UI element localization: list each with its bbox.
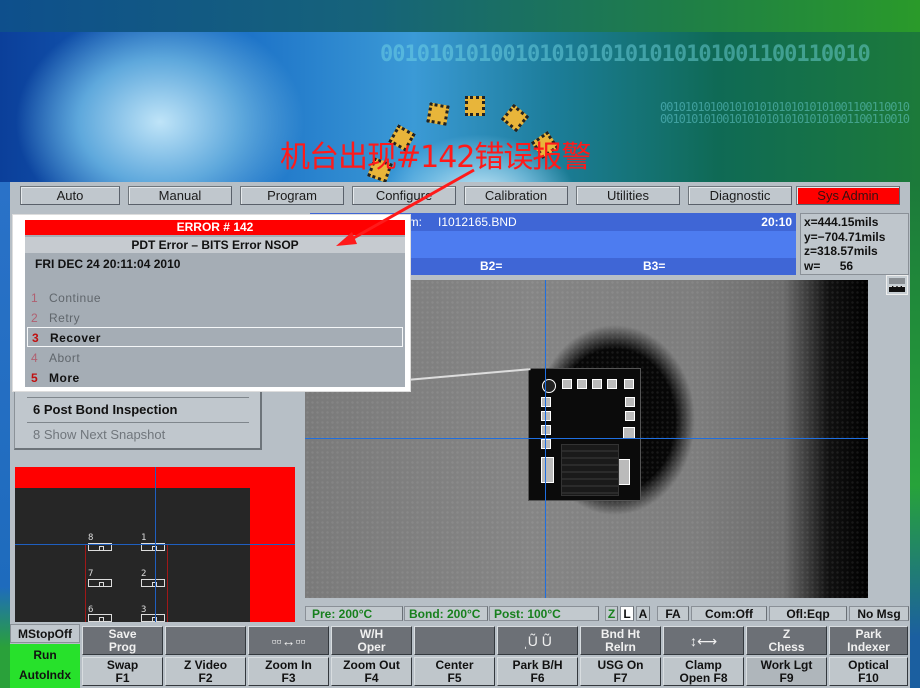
chip-icon: [465, 96, 485, 116]
wire-map-view[interactable]: 8 1 7 2 6 3: [15, 467, 295, 622]
axis-toggle-icon: ↕⟷: [689, 633, 718, 649]
save-program-button[interactable]: Save Prog: [82, 626, 163, 655]
zoom-in-f3-button[interactable]: Zoom In F3: [248, 657, 329, 686]
option-recover[interactable]: 3 Recover: [27, 327, 403, 347]
option-retry[interactable]: 2 Retry: [27, 308, 403, 328]
menu-configure[interactable]: Configure: [352, 186, 456, 205]
w-label: w=: [804, 258, 821, 273]
park-bh-f6-button[interactable]: Park B/H F6: [497, 657, 578, 686]
y-coordinate: y=−704.71mils: [804, 229, 886, 244]
capillary-icon: ˌŨ Ũ: [523, 633, 552, 649]
a-indicator[interactable]: A: [636, 606, 650, 621]
position-readout: x=444.15mils y=−704.71mils z=318.57mils …: [800, 213, 909, 275]
error-dialog: ERROR # 142 PDT Error – BITS Error NSOP …: [12, 214, 411, 392]
chip-icon: [426, 102, 450, 126]
menu-calibration[interactable]: Calibration: [464, 186, 568, 205]
preheat-temp: Pre: 200°C: [305, 606, 403, 621]
left-menu-panel: 6 Post Bond Inspection 8 Show Next Snaps…: [14, 390, 262, 450]
pad-label: 8: [88, 533, 94, 543]
option-abort[interactable]: 4 Abort: [27, 348, 403, 368]
run-state: Run: [33, 648, 57, 662]
z-video-f2-button[interactable]: Z Video F2: [165, 657, 246, 686]
error-title: ERROR # 142: [25, 220, 405, 235]
option-continue[interactable]: 1 Continue: [27, 288, 403, 308]
z-indicator[interactable]: Z: [605, 606, 618, 621]
park-indexer-button[interactable]: Park Indexer: [829, 626, 908, 655]
main-menu-bar: Auto Manual Program Configure Calibratio…: [10, 186, 910, 206]
crosshair-horizontal: [305, 438, 868, 439]
capillary-button[interactable]: ˌŨ Ũ: [497, 626, 578, 655]
w-value: 56: [839, 258, 854, 273]
b2-label: B2=: [480, 259, 503, 273]
menu-program[interactable]: Program: [240, 186, 344, 205]
run-status-panel[interactable]: Run AutoIndx: [10, 644, 80, 688]
clock-time: 20:10: [761, 215, 792, 229]
offload-status[interactable]: Ofl:Eqp: [769, 606, 847, 621]
menu-post-bond-inspection[interactable]: 6 Post Bond Inspection: [33, 399, 177, 421]
background-top-band: [0, 0, 920, 32]
bond-temp: Bond: 200°C: [404, 606, 488, 621]
status-strip: Pre: 200°C Bond: 200°C Post: 100°C Z L A…: [305, 606, 910, 622]
menu-utilities[interactable]: Utilities: [576, 186, 680, 205]
motor-stop-status[interactable]: MStopOff: [10, 624, 80, 643]
program-file-name: I1012165.BND: [438, 215, 517, 229]
message-status[interactable]: No Msg: [849, 606, 909, 621]
fa-indicator[interactable]: FA: [657, 606, 689, 621]
pad-marker[interactable]: [88, 579, 112, 587]
blank-key-button[interactable]: [165, 626, 246, 655]
swap-pads-icon: ▫▫↔▫▫: [271, 633, 306, 649]
optical-f10-button[interactable]: Optical F10: [829, 657, 908, 686]
error-timestamp: FRI DEC 24 20:11:04 2010: [35, 257, 181, 271]
z-chess-button[interactable]: Z Chess: [746, 626, 827, 655]
wh-oper-button[interactable]: W/H Oper: [331, 626, 412, 655]
center-f5-button[interactable]: Center F5: [414, 657, 495, 686]
bond-height-relearn-button[interactable]: Bnd Ht Relrn: [580, 626, 661, 655]
background-binary-text: 0010101010010101010101010101001100110010: [380, 42, 871, 67]
monitor-toggle-icon[interactable]: [886, 275, 908, 295]
com-status[interactable]: Com:Off: [691, 606, 767, 621]
error-description: PDT Error – BITS Error NSOP: [25, 237, 405, 253]
menu-sys-admin[interactable]: Sys Admin: [796, 186, 900, 205]
option-more[interactable]: 5 More: [27, 368, 403, 388]
pad-label: 7: [88, 569, 94, 579]
post-temp: Post: 100°C: [489, 606, 599, 621]
autoindex-state: AutoIndx: [19, 668, 71, 682]
x-coordinate: x=444.15mils: [804, 215, 879, 229]
work-light-f9-button[interactable]: Work Lgt F9: [746, 657, 827, 686]
clamp-open-f8-button[interactable]: Clamp Open F8: [663, 657, 744, 686]
b3-label: B3=: [643, 259, 666, 273]
background-binary-text: 0010101010010101010101010101001100110010: [660, 112, 910, 126]
menu-show-next-snapshot[interactable]: 8 Show Next Snapshot: [33, 424, 165, 446]
crosshair-vertical: [545, 280, 546, 598]
pad-label: 1: [141, 533, 147, 543]
zoom-out-f4-button[interactable]: Zoom Out F4: [331, 657, 412, 686]
z-coordinate: z=318.57mils: [804, 244, 878, 258]
w-value-row: w= 56: [804, 259, 908, 274]
pad-marker[interactable]: [141, 579, 165, 587]
annotation-text: 机台出现#142错误报警: [280, 140, 591, 175]
menu-manual[interactable]: Manual: [128, 186, 232, 205]
crosshair-horizontal: [15, 544, 295, 545]
menu-auto[interactable]: Auto: [20, 186, 120, 205]
pad-label: 2: [141, 569, 147, 579]
l-indicator[interactable]: L: [620, 606, 634, 621]
swap-pads-button[interactable]: ▫▫↔▫▫: [248, 626, 329, 655]
axis-toggle-button[interactable]: ↕⟷: [663, 626, 744, 655]
swap-f1-button[interactable]: Swap F1: [82, 657, 163, 686]
pad-marker[interactable]: [141, 614, 165, 622]
pad-marker[interactable]: [88, 614, 112, 622]
usg-on-f7-button[interactable]: USG On F7: [580, 657, 661, 686]
blank-key-button[interactable]: [414, 626, 495, 655]
menu-diagnostic[interactable]: Diagnostic: [688, 186, 792, 205]
